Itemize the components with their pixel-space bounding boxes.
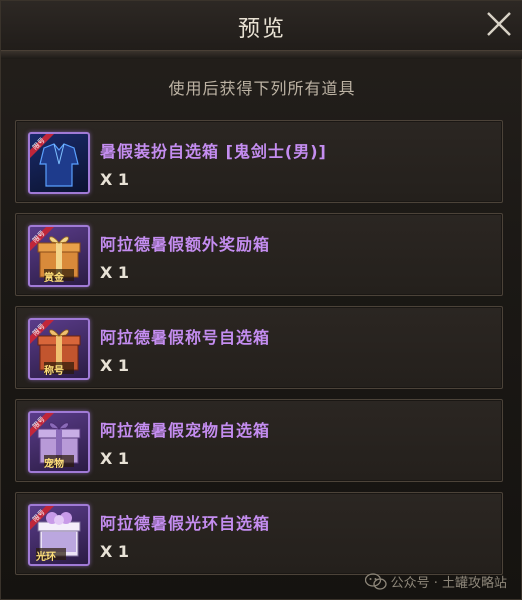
dialog-header: 预览 (1, 1, 522, 51)
reward-item[interactable]: 限号 宠物 阿拉德暑假宠物自选箱 X 1 (15, 399, 503, 482)
item-name: 阿拉德暑假额外奖励箱 (100, 235, 271, 254)
reward-description: 使用后获得下列所有道具 (168, 79, 356, 98)
item-quantity: X 1 (100, 542, 130, 561)
aura-gift-box-icon: 限号 光环 (28, 504, 90, 566)
header-divider (1, 51, 522, 59)
dialog-title: 预览 (237, 17, 286, 42)
reward-item[interactable]: 限号 光环 阿拉德暑假光环自选箱 X 1 (15, 492, 503, 575)
watermark: 公众号 · 土罐攻略站 (364, 572, 507, 591)
item-quantity: X 1 (100, 263, 130, 282)
item-name: 阿拉德暑假称号自选箱 (100, 328, 271, 347)
item-quantity: X 1 (100, 356, 130, 375)
icon-tag: 称号 (44, 366, 64, 377)
icon-tag: 赏金 (44, 273, 64, 284)
wechat-icon (364, 572, 387, 590)
item-name: 暑假装扮自选箱 [鬼剑士(男)] (100, 142, 327, 161)
pet-gift-box-icon: 限号 宠物 (28, 411, 90, 473)
reward-item[interactable]: 限号 赏金 阿拉德暑假额外奖励箱 X 1 (15, 213, 503, 296)
icon-tag: 光环 (36, 552, 56, 563)
costume-box-icon: 限号 (28, 132, 90, 194)
icon-tag: 宠物 (44, 459, 64, 470)
item-quantity: X 1 (100, 170, 130, 189)
preview-dialog: 预览 使用后获得下列所有道具 限号 暑假装扮自选箱 [鬼剑士(男)] X 1 限… (0, 0, 522, 600)
title-gift-box-icon: 限号 称号 (28, 318, 90, 380)
reward-item[interactable]: 限号 称号 阿拉德暑假称号自选箱 X 1 (15, 306, 503, 389)
watermark-text: 公众号 · 土罐攻略站 (390, 576, 507, 591)
item-quantity: X 1 (100, 449, 130, 468)
close-icon (487, 12, 511, 36)
close-button[interactable] (483, 8, 515, 40)
gold-gift-box-icon: 限号 赏金 (28, 225, 90, 287)
reward-item[interactable]: 限号 暑假装扮自选箱 [鬼剑士(男)] X 1 (15, 120, 503, 203)
item-name: 阿拉德暑假光环自选箱 (100, 514, 271, 533)
item-name: 阿拉德暑假宠物自选箱 (100, 421, 271, 440)
